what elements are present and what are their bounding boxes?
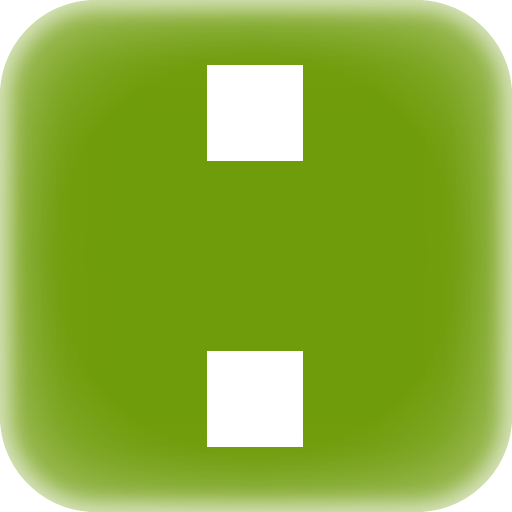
green-app-icon <box>0 0 512 512</box>
bottom-square-icon <box>207 351 303 447</box>
screen-canvas <box>0 0 512 512</box>
top-square-icon <box>207 65 303 161</box>
